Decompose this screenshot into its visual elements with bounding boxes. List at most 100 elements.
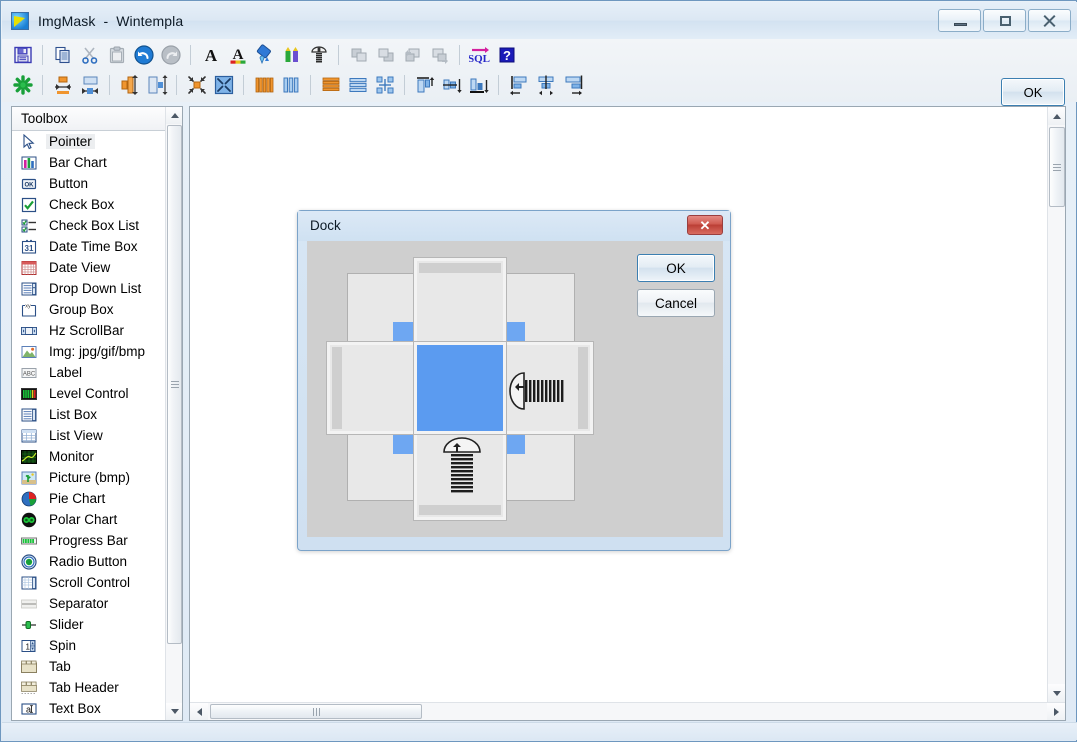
window-title: ImgMask - Wintempla (38, 12, 184, 29)
dock-panel-left[interactable] (327, 342, 419, 434)
toolbox-item-img-jpg-gif-bmp[interactable]: Img: jpg/gif/bmp (12, 341, 182, 362)
align-top-icon[interactable] (412, 73, 437, 98)
toolbox-item-check-box[interactable]: Check Box (12, 194, 182, 215)
align-center-icon[interactable] (533, 73, 558, 98)
size-shrink-height-icon[interactable] (117, 73, 142, 98)
toolbox-item-date-time-box[interactable]: 31 Date Time Box (12, 236, 182, 257)
redo-icon[interactable] (158, 43, 183, 68)
toolbox-item-label: Img: jpg/gif/bmp (49, 344, 146, 359)
align-bottom-icon[interactable] (466, 73, 491, 98)
dock-panel-right[interactable] (501, 342, 593, 434)
size-grow-height-icon[interactable] (144, 73, 169, 98)
toolbox-item-separator[interactable]: Separator (12, 593, 182, 614)
align-middle-icon[interactable] (439, 73, 464, 98)
canvas-hscroll-thumb[interactable] (210, 704, 422, 719)
toolbox-item-radio-button[interactable]: Radio Button (12, 551, 182, 572)
align-left-icon[interactable] (506, 73, 531, 98)
align-right-icon[interactable] (560, 73, 585, 98)
font-icon[interactable]: A (198, 43, 223, 68)
toolbox-item-list-view[interactable]: List View (12, 425, 182, 446)
copy-icon[interactable] (50, 43, 75, 68)
columns-equal-icon[interactable] (251, 73, 276, 98)
radio-button-icon (20, 553, 38, 570)
send-backward-icon[interactable] (427, 43, 452, 68)
save-icon[interactable] (10, 43, 35, 68)
date-time-box-icon: 31 (20, 238, 38, 255)
size-grow-width-icon[interactable] (77, 73, 102, 98)
toolbox-item-button[interactable]: OK Button (12, 173, 182, 194)
toolbox-item-hz-scrollbar[interactable]: Hz ScrollBar (12, 320, 182, 341)
toolbox-list[interactable]: Pointer Bar Chart OK Button Check Box Check B… (12, 131, 182, 720)
toolbox-item-slider[interactable]: Slider (12, 614, 182, 635)
toolbox-item-progress-bar[interactable]: Progress Bar (12, 530, 182, 551)
toolbox-item-drop-down-list[interactable]: Drop Down List (12, 278, 182, 299)
bring-forward-icon[interactable] (400, 43, 425, 68)
close-button[interactable] (1028, 9, 1071, 32)
toolbox-scrollbar[interactable] (165, 107, 182, 720)
undo-icon[interactable] (131, 43, 156, 68)
pencils-icon[interactable] (279, 43, 304, 68)
collapse-icon[interactable] (184, 73, 209, 98)
bring-to-front-icon[interactable] (346, 43, 371, 68)
columns-spacing-icon[interactable] (278, 73, 303, 98)
toolbox-item-tool-bar[interactable]: Tool Bar (12, 719, 182, 720)
toolbox-item-monitor[interactable]: Monitor (12, 446, 182, 467)
sql-icon[interactable]: SQL (467, 43, 492, 68)
toolbox-item-bar-chart[interactable]: Bar Chart (12, 152, 182, 173)
size-shrink-width-icon[interactable] (50, 73, 75, 98)
canvas-vertical-scrollbar[interactable] (1047, 107, 1065, 702)
maximize-button[interactable] (983, 9, 1026, 32)
toolbox-item-scroll-control[interactable]: Scroll Control (12, 572, 182, 593)
scroll-up-arrow-icon[interactable] (1048, 107, 1065, 125)
toolbox-item-spin[interactable]: 1 Spin (12, 635, 182, 656)
dock-panel-top[interactable] (414, 258, 506, 350)
dock-dialog[interactable]: Dock ✕ OK Cancel (297, 210, 731, 551)
canvas-horizontal-scrollbar[interactable] (190, 702, 1065, 720)
separator (338, 45, 341, 65)
button-icon: OK (20, 175, 38, 192)
scroll-left-arrow-icon[interactable] (190, 703, 208, 720)
rows-spacing-icon[interactable] (345, 73, 370, 98)
toolbox-item-pie-chart[interactable]: Pie Chart (12, 488, 182, 509)
toolbox-item-level-control[interactable]: Level Control (12, 383, 182, 404)
center-icon[interactable] (211, 73, 236, 98)
toolbox-item-tab-header[interactable]: Tab Header (12, 677, 182, 698)
toolbox-item-picture-bmp[interactable]: Picture (bmp) (12, 467, 182, 488)
toolbox-item-polar-chart[interactable]: Polar Chart (12, 509, 182, 530)
font-color-icon[interactable]: A (225, 43, 250, 68)
svg-text:?: ? (503, 48, 511, 63)
toolbox-item-label[interactable]: ABC Label (12, 362, 182, 383)
polar-chart-icon (20, 511, 38, 528)
dock-ok-button[interactable]: OK (637, 254, 715, 282)
dock-close-button[interactable]: ✕ (687, 215, 723, 235)
hz-scrollbar-icon (20, 322, 38, 339)
rows-equal-icon[interactable] (318, 73, 343, 98)
toolbox-item-tab[interactable]: Tab (12, 656, 182, 677)
paste-icon[interactable] (104, 43, 129, 68)
send-to-back-icon[interactable] (373, 43, 398, 68)
toolbox-item-pointer[interactable]: Pointer (12, 131, 182, 152)
minimize-button[interactable] (938, 9, 981, 32)
toolbox-item-label: Polar Chart (49, 512, 118, 527)
cut-icon[interactable] (77, 43, 102, 68)
dock-panel-center[interactable] (414, 342, 506, 434)
scroll-right-arrow-icon[interactable] (1047, 703, 1065, 720)
dock-panel-bottom[interactable] (414, 428, 506, 520)
toolbox-item-list-box[interactable]: List Box (12, 404, 182, 425)
toolbox-item-check-box-list[interactable]: Check Box List (12, 215, 182, 236)
toolbox-item-date-view[interactable]: Date View (12, 257, 182, 278)
snowflake-icon[interactable] (10, 73, 35, 98)
help-icon[interactable]: ? (494, 43, 519, 68)
dock-cancel-button[interactable]: Cancel (637, 289, 715, 317)
scroll-down-arrow-icon[interactable] (166, 703, 182, 720)
toolbox-item-text-box[interactable]: a Text Box (12, 698, 182, 719)
toolbox-item-group-box[interactable]: xy Group Box (12, 299, 182, 320)
screw-icon[interactable] (306, 43, 331, 68)
fill-color-icon[interactable] (252, 43, 277, 68)
canvas-vscroll-thumb[interactable] (1049, 127, 1065, 207)
ok-button[interactable]: OK (1001, 78, 1065, 106)
toolbox-scroll-thumb[interactable] (167, 125, 182, 644)
scroll-down-arrow-icon[interactable] (1048, 684, 1065, 702)
grid-move-icon[interactable] (372, 73, 397, 98)
scroll-up-arrow-icon[interactable] (166, 107, 182, 124)
